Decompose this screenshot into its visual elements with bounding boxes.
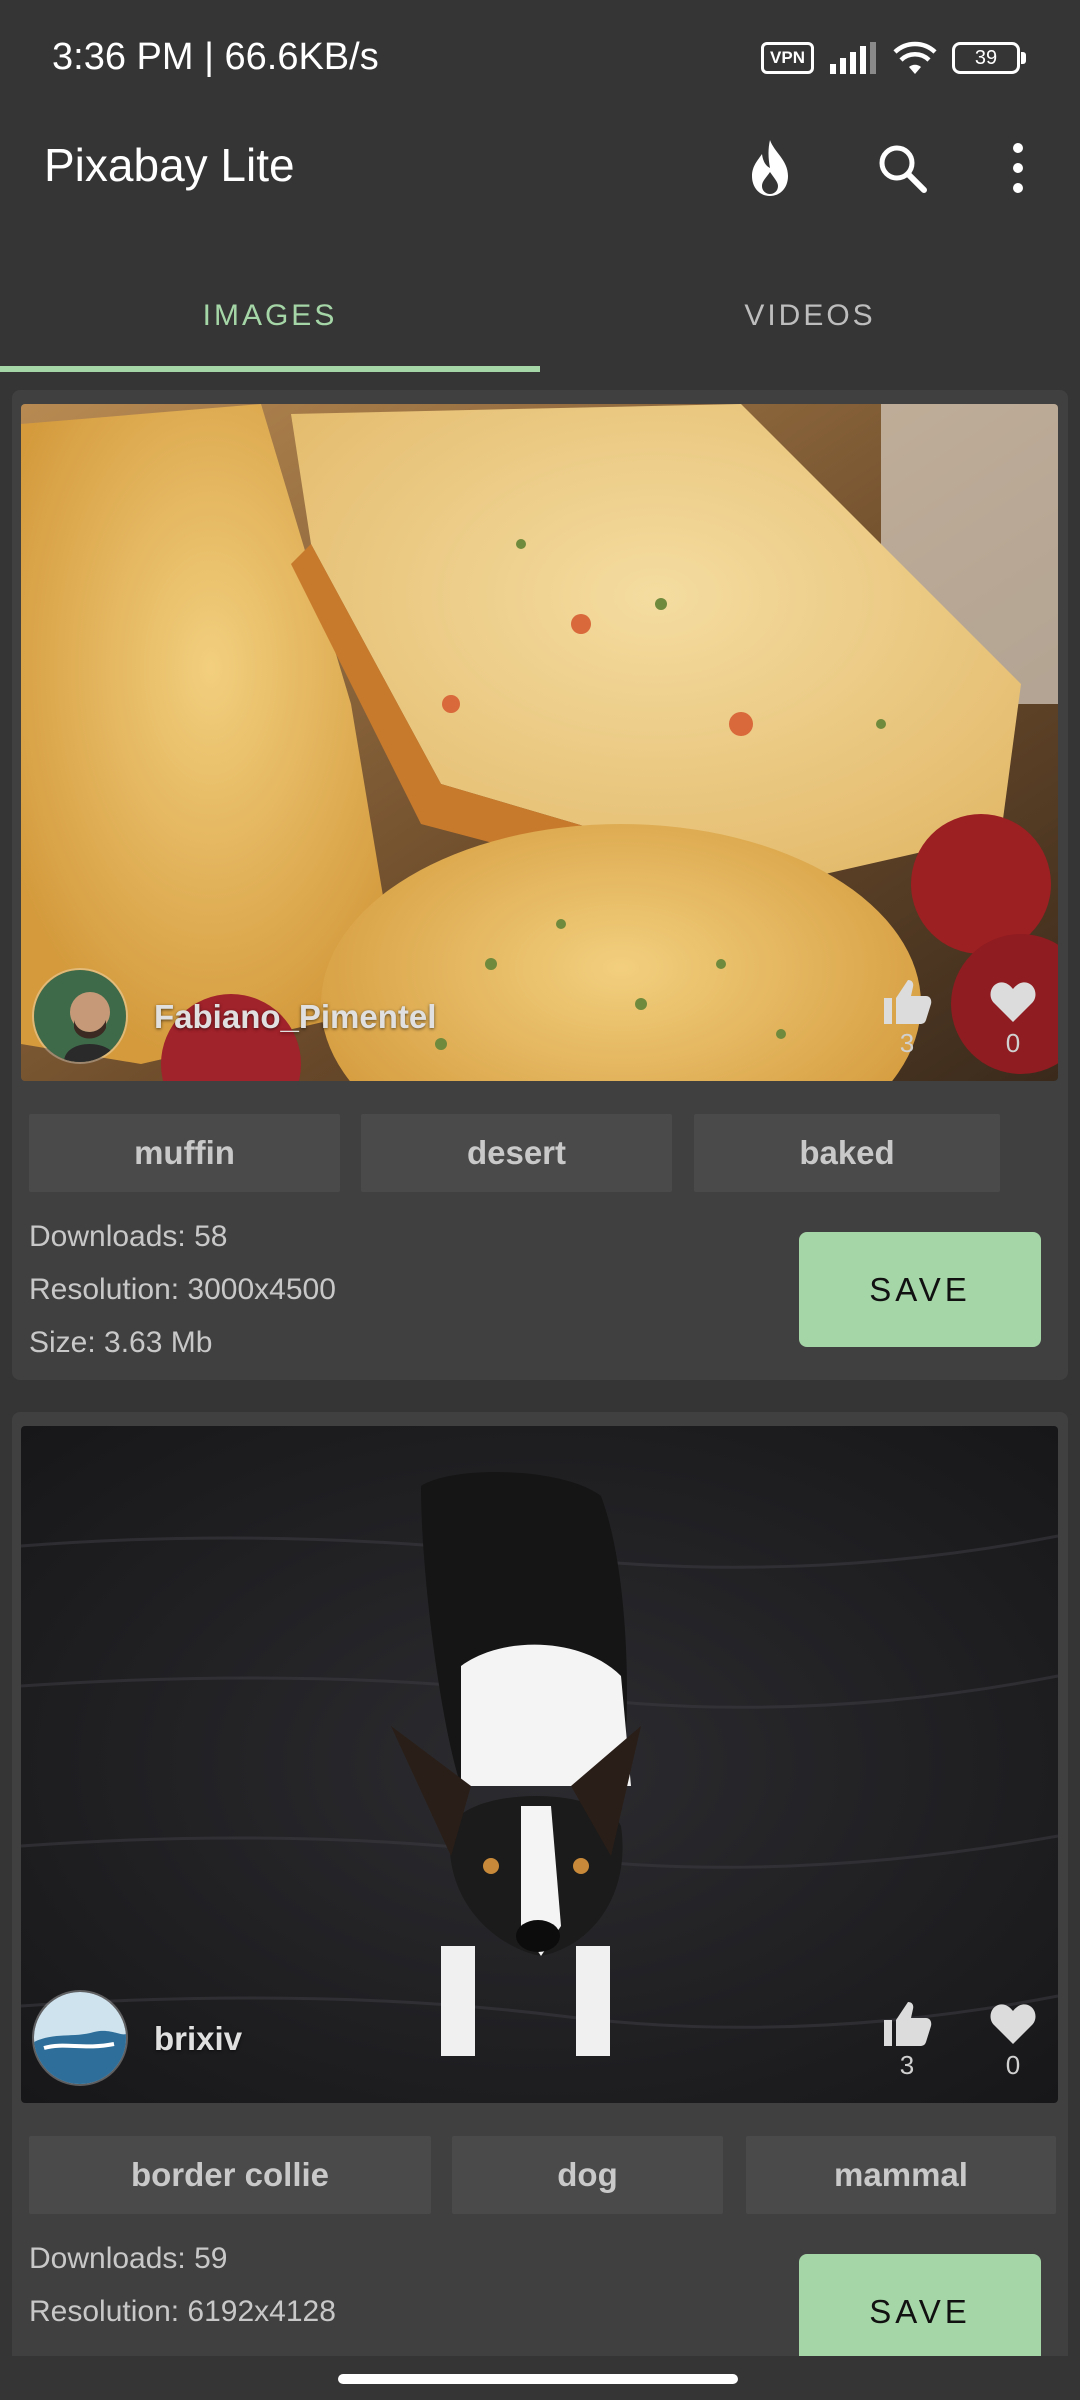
signal-icon (830, 42, 876, 74)
tab-indicator (0, 366, 540, 372)
downloads-text: Downloads: 59 (29, 2242, 228, 2275)
wifi-icon (893, 41, 937, 74)
search-icon[interactable] (864, 128, 940, 208)
screen: 3:36 PM | 66.6KB/s VPN 39 Pixabay Lite I… (0, 0, 1080, 2400)
username[interactable]: brixiv (154, 2020, 242, 2058)
status-time-speed: 3:36 PM | 66.6KB/s (52, 36, 379, 78)
resolution-text: Resolution: 3000x4500 (29, 1273, 336, 1306)
likes-count: 3 (899, 1028, 915, 1058)
favorites-count: 0 (1005, 1028, 1021, 1058)
status-icons: VPN 39 (761, 38, 1026, 78)
username[interactable]: Fabiano_Pimentel (154, 998, 436, 1036)
downloads-text: Downloads: 58 (29, 1220, 228, 1253)
size-text: Size: 3.63 Mb (29, 1326, 213, 1359)
thumb-up-icon[interactable] (880, 1996, 934, 2050)
battery-icon: 39 (952, 42, 1026, 74)
heart-icon[interactable] (986, 1996, 1040, 2050)
app-title: Pixabay Lite (44, 139, 295, 191)
save-button[interactable]: SAVE (799, 1232, 1041, 1347)
avatar[interactable] (32, 1990, 128, 2086)
home-indicator[interactable] (338, 2374, 738, 2384)
tab-images[interactable]: IMAGES (0, 260, 540, 372)
tag-chip[interactable]: dog (452, 2136, 723, 2214)
tag-chip[interactable]: baked (694, 1114, 1000, 1192)
avatar[interactable] (32, 968, 128, 1064)
tag-chip[interactable]: border collie (29, 2136, 431, 2214)
tab-bar: IMAGES VIDEOS (0, 260, 1080, 372)
likes-count: 3 (899, 2050, 915, 2080)
vpn-icon: VPN (761, 42, 814, 74)
tag-chip[interactable]: muffin (29, 1114, 340, 1192)
tag-chip[interactable]: desert (361, 1114, 672, 1192)
status-bar: 3:36 PM | 66.6KB/s VPN 39 (0, 0, 1080, 118)
image-card: brixiv 3 0 border collie dog mammal Down… (12, 1412, 1068, 2400)
thumb-up-icon[interactable] (880, 974, 934, 1028)
image-card: Fabiano_Pimentel 3 0 muffin desert baked… (12, 390, 1068, 1380)
resolution-text: Resolution: 6192x4128 (29, 2295, 336, 2328)
more-vert-icon[interactable] (980, 128, 1056, 208)
save-button[interactable]: SAVE (799, 2254, 1041, 2369)
fire-icon[interactable] (732, 128, 808, 208)
favorites-count: 0 (1005, 2050, 1021, 2080)
heart-icon[interactable] (986, 974, 1040, 1028)
tag-chip[interactable]: mammal (746, 2136, 1056, 2214)
tab-videos[interactable]: VIDEOS (540, 260, 1080, 372)
